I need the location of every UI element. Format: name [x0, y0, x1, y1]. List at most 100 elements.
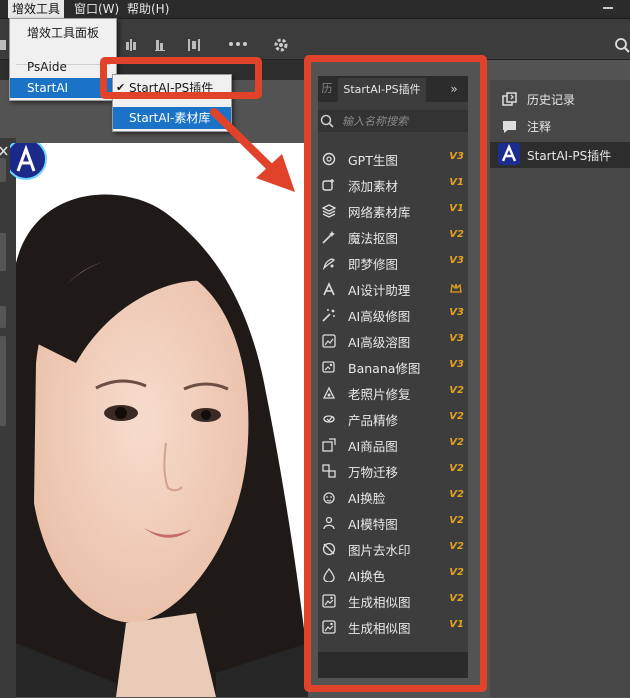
menu-item-plugins-panel[interactable]: 增效工具面板	[10, 23, 116, 43]
tool-slot[interactable]	[0, 306, 6, 328]
add-material-icon	[322, 179, 334, 191]
tool-item-layers[interactable]: 网络素材库 V1	[318, 198, 468, 224]
tool-item-transfer[interactable]: 万物迁移 V2	[318, 458, 468, 484]
tool-item-image-edit[interactable]: Banana修图 V3	[318, 354, 468, 380]
tool-label: 网络素材库	[348, 205, 411, 220]
panel-label: StartAI-PS插件	[527, 149, 612, 163]
tool-preset-icon[interactable]	[0, 38, 8, 52]
similar-image-icon	[322, 594, 336, 608]
tool-item-add-material[interactable]: 添加素材 V1	[318, 172, 468, 198]
tool-item-image-blend[interactable]: AI高级溶图 V3	[318, 328, 468, 354]
tool-label: GPT生图	[348, 153, 398, 168]
version-badge: V2	[449, 229, 464, 240]
tool-item-model[interactable]: AI模特图 V2	[318, 510, 468, 536]
startai-logo-icon	[10, 143, 47, 180]
search-input[interactable]: 输入名称搜索	[342, 113, 408, 129]
version-badge: V2	[449, 593, 464, 604]
face-swap-icon	[323, 492, 335, 504]
magic-cutout-icon	[322, 231, 335, 244]
tool-item-product-retouch[interactable]: 产品精修 V2	[318, 406, 468, 432]
tool-label: AI换色	[348, 569, 386, 584]
canvas[interactable]	[16, 143, 308, 697]
version-badge: V3	[449, 359, 464, 370]
version-badge: V3	[449, 333, 464, 344]
tool-item-product-image[interactable]: AI商品图 V2	[318, 432, 468, 458]
arrow-annotation	[210, 108, 295, 192]
tool-item-magic-cutout[interactable]: 魔法抠图 V2	[318, 224, 468, 250]
gear-icon[interactable]	[273, 37, 289, 53]
tool-label: AI模特图	[348, 517, 398, 532]
tool-label: 魔法抠图	[348, 231, 399, 246]
photo-restore-icon	[322, 386, 336, 399]
tool-slot[interactable]	[0, 158, 6, 182]
version-badge: V1	[449, 203, 464, 214]
search-icon[interactable]	[614, 37, 630, 53]
layers-icon	[322, 204, 336, 218]
tool-item-face-swap[interactable]: AI换脸 V2	[318, 484, 468, 510]
close-icon[interactable]	[0, 146, 8, 156]
tool-slot[interactable]	[0, 233, 6, 271]
right-panel-dock: 历史记录 注释 StartAI-PS插件	[490, 80, 630, 697]
version-badge: V2	[449, 567, 464, 578]
version-badge: V2	[449, 463, 464, 474]
panel-startai-ps-plugin[interactable]: StartAI-PS插件	[490, 142, 630, 168]
dream-retouch-icon	[322, 258, 335, 270]
search-bar[interactable]: 输入名称搜索	[318, 110, 468, 132]
tool-item-dream-retouch[interactable]: 即梦修图 V3	[318, 250, 468, 276]
align-icons[interactable]	[126, 37, 216, 53]
tool-item-color-change[interactable]: AI换色 V2	[318, 562, 468, 588]
tool-item-remove-watermark[interactable]: 图片去水印 V2	[318, 536, 468, 562]
image-edit-icon	[322, 361, 335, 373]
version-badge: V2	[449, 411, 464, 422]
tool-item-similar-image[interactable]: 生成相似图 V1	[318, 614, 468, 640]
menu-plugins[interactable]: 增效工具	[8, 0, 65, 18]
tool-slot[interactable]	[0, 336, 6, 426]
tool-label: 图片去水印	[348, 543, 411, 558]
product-image-icon	[322, 438, 336, 452]
ai-design-assistant-icon	[323, 282, 335, 296]
tool-label: AI设计助理	[348, 283, 411, 298]
startai-logo-icon	[498, 143, 520, 165]
version-badge: V2	[449, 515, 464, 526]
crown-icon	[450, 283, 462, 293]
menubar: 增效工具 窗口(W) 帮助(H)	[0, 0, 630, 19]
panel-comments[interactable]: 注释	[490, 113, 630, 139]
panel-history[interactable]: 历史记录	[490, 86, 630, 112]
tool-label: AI换脸	[348, 491, 386, 506]
image-blend-icon	[322, 334, 336, 348]
tool-label: 添加素材	[348, 179, 399, 194]
tool-item-photo-restore[interactable]: 老照片修复 V2	[318, 380, 468, 406]
tool-label: 生成相似图	[348, 621, 411, 636]
panel-label: 注释	[527, 120, 552, 134]
product-retouch-icon	[323, 415, 335, 423]
portrait-photo	[16, 143, 308, 697]
panel-tab-bar: 历 StartAI-PS插件 »	[318, 76, 468, 102]
tab-history[interactable]: 历	[318, 76, 336, 102]
minimize-icon[interactable]	[603, 7, 613, 11]
tool-label: 即梦修图	[348, 257, 399, 272]
tool-label: 生成相似图	[348, 595, 411, 610]
version-badge: V2	[449, 385, 464, 396]
version-badge: V3	[449, 151, 464, 162]
color-change-icon	[323, 568, 335, 582]
tool-label: Banana修图	[348, 361, 421, 376]
similar-image-icon	[322, 620, 336, 634]
version-badge: V1	[449, 619, 464, 630]
tool-item-sparkle-wand[interactable]: AI高级修图 V3	[318, 302, 468, 328]
more-icon[interactable]	[229, 42, 247, 47]
menu-help[interactable]: 帮助(H)	[123, 0, 173, 18]
tool-item-ai-design-assistant[interactable]: AI设计助理	[318, 276, 468, 302]
tab-startai-ps-plugin[interactable]: StartAI-PS插件	[338, 78, 426, 102]
version-badge: V3	[449, 307, 464, 318]
version-badge: V2	[449, 437, 464, 448]
remove-watermark-icon	[322, 542, 336, 556]
history-icon	[502, 92, 517, 106]
tool-label: 老照片修复	[348, 387, 411, 402]
menu-window[interactable]: 窗口(W)	[70, 0, 123, 18]
tab-overflow-button[interactable]: »	[444, 76, 464, 102]
comment-icon	[503, 121, 516, 133]
tool-item-similar-image[interactable]: 生成相似图 V2	[318, 588, 468, 614]
tool-item-gpt[interactable]: GPT生图 V3	[318, 146, 468, 172]
version-badge: V1	[449, 177, 464, 188]
version-badge: V2	[449, 541, 464, 552]
